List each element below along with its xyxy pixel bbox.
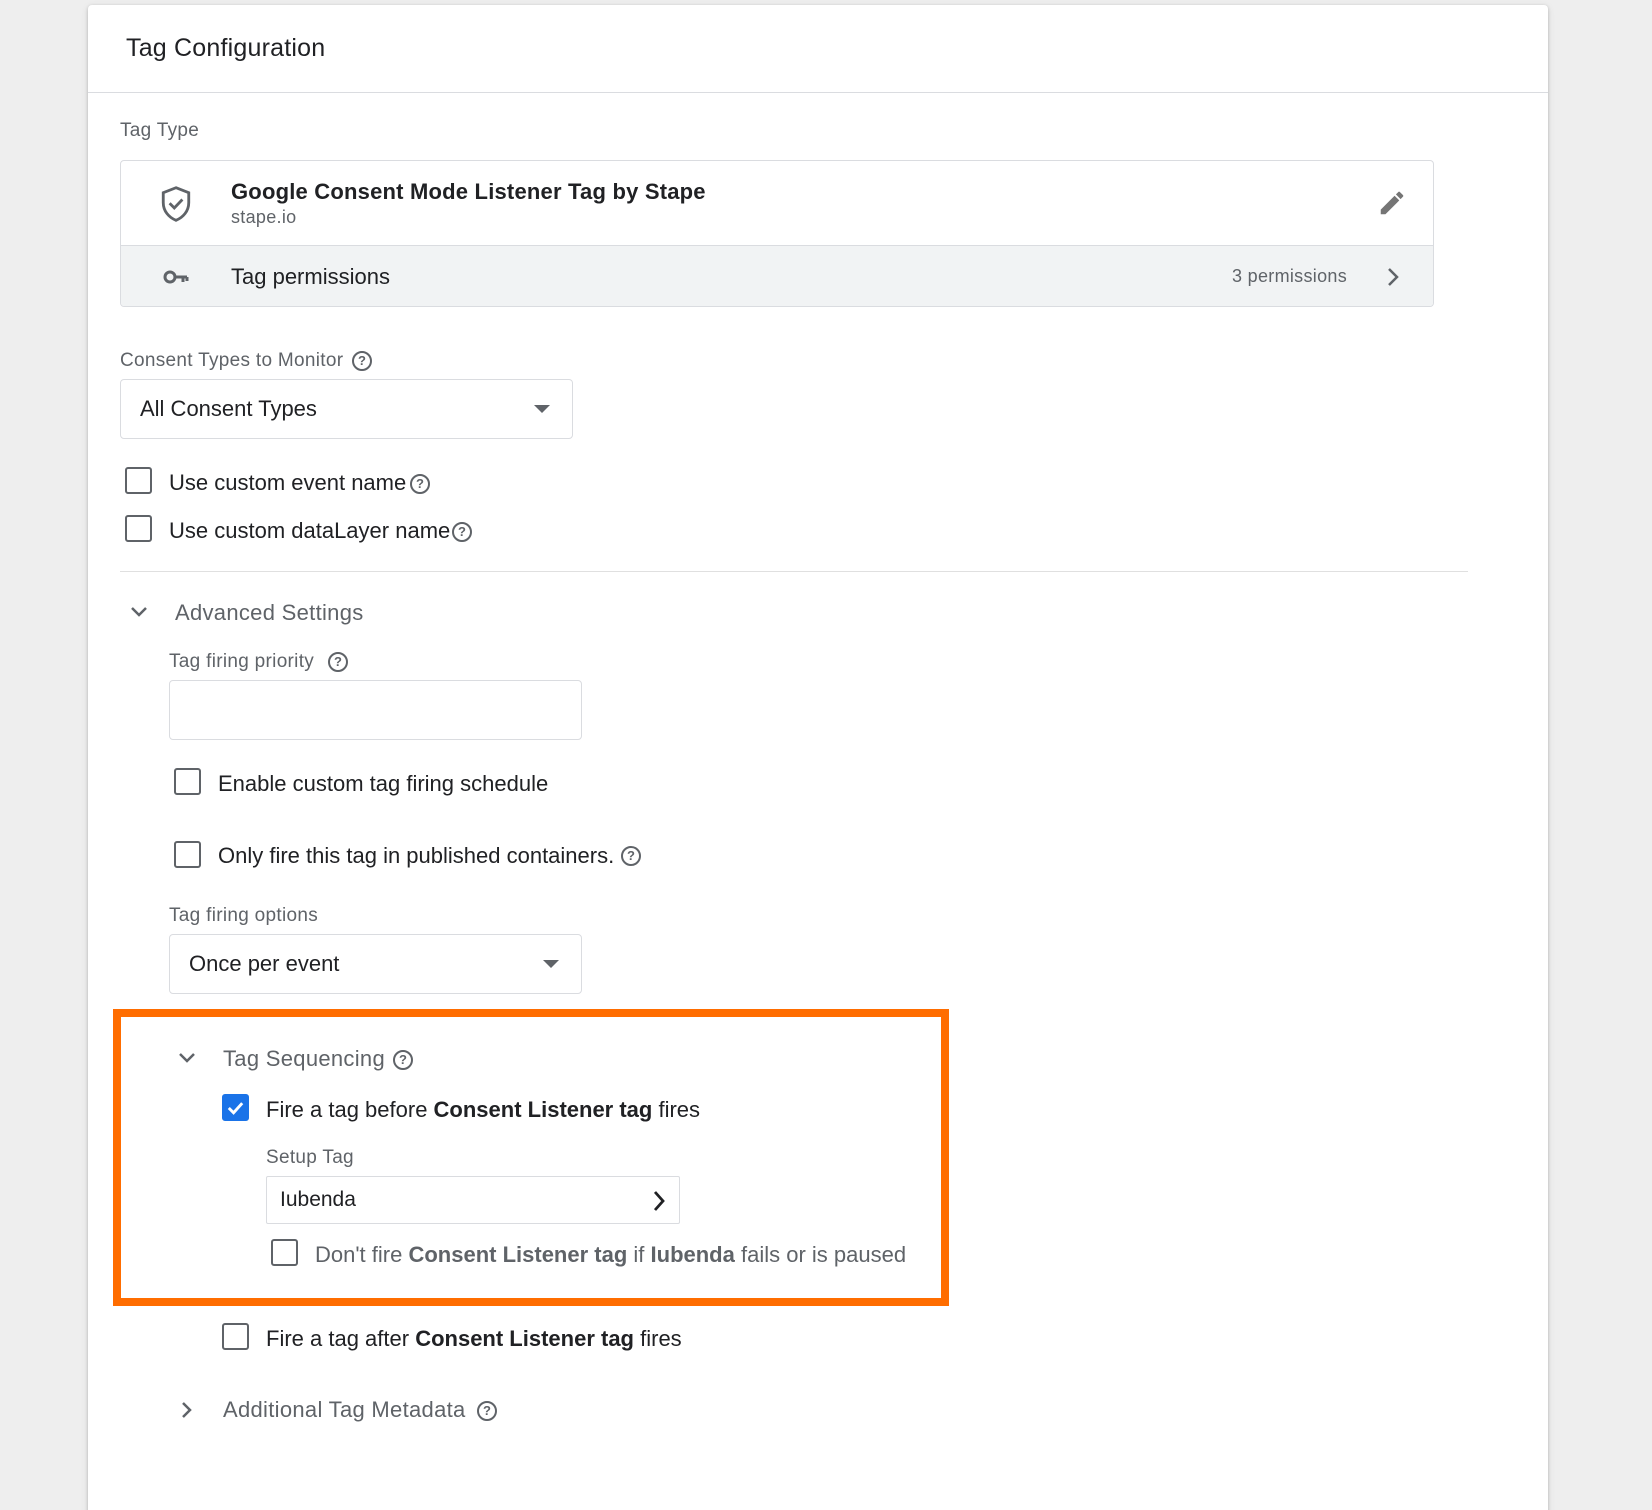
chevron-down-icon[interactable] xyxy=(176,1047,198,1069)
consent-types-select[interactable]: All Consent Types xyxy=(120,379,573,439)
dont-fire-label: Don't fire Consent Listener tag if Iuben… xyxy=(315,1242,906,1268)
chevron-right-icon xyxy=(651,1189,667,1213)
pencil-icon[interactable] xyxy=(1377,188,1407,218)
fire-after-label: Fire a tag after Consent Listener tag fi… xyxy=(266,1326,682,1352)
chevron-right-icon[interactable] xyxy=(177,1399,197,1421)
setup-tag-field[interactable]: Iubenda xyxy=(266,1176,680,1224)
dropdown-caret-icon xyxy=(534,405,550,413)
fire-after-tag: Consent Listener tag xyxy=(415,1326,634,1351)
firing-priority-input[interactable] xyxy=(169,680,582,740)
fire-before-label: Fire a tag before Consent Listener tag f… xyxy=(266,1097,700,1123)
key-icon xyxy=(163,266,189,288)
firing-options-value: Once per event xyxy=(189,951,340,976)
help-icon[interactable]: ? xyxy=(393,1050,413,1070)
fire-after-prefix: Fire a tag after xyxy=(266,1326,416,1351)
check-icon xyxy=(227,1102,244,1115)
tag-sequencing-title[interactable]: Tag Sequencing xyxy=(223,1046,385,1072)
tag-type-vendor: stape.io xyxy=(231,207,297,227)
custom-datalayer-name-checkbox[interactable] xyxy=(125,515,152,542)
consent-types-label: Consent Types to Monitor xyxy=(120,350,344,371)
tag-permissions-label: Tag permissions xyxy=(231,264,390,289)
chevron-down-icon[interactable] xyxy=(128,601,150,623)
help-icon[interactable]: ? xyxy=(452,522,472,542)
section-divider xyxy=(120,571,1468,572)
fire-after-suffix: fires xyxy=(634,1326,682,1351)
card-title: Tag Configuration xyxy=(126,34,326,62)
fire-before-prefix: Fire a tag before xyxy=(266,1097,434,1122)
advanced-settings-title[interactable]: Advanced Settings xyxy=(175,600,364,626)
help-icon[interactable]: ? xyxy=(352,351,372,371)
custom-event-name-checkbox[interactable] xyxy=(125,467,152,494)
additional-metadata-title[interactable]: Additional Tag Metadata xyxy=(223,1397,466,1423)
firing-options-select[interactable]: Once per event xyxy=(169,934,582,994)
tag-type-name: Google Consent Mode Listener Tag by Stap… xyxy=(231,179,706,204)
dont-fire-setup: Iubenda xyxy=(650,1242,735,1267)
dont-fire-prefix: Don't fire xyxy=(315,1242,409,1267)
help-icon[interactable]: ? xyxy=(410,474,430,494)
tag-type-label: Tag Type xyxy=(120,120,200,141)
shield-check-icon xyxy=(159,185,193,223)
tag-permissions-row[interactable]: Tag permissions 3 permissions xyxy=(121,245,1433,306)
fire-before-tag: Consent Listener tag xyxy=(433,1097,653,1122)
chevron-right-icon[interactable] xyxy=(1385,265,1401,289)
dont-fire-tag: Consent Listener tag xyxy=(408,1242,628,1267)
custom-event-name-label: Use custom event name xyxy=(169,470,407,495)
card-header: Tag Configuration xyxy=(88,5,1548,93)
fire-before-suffix: fires xyxy=(652,1097,701,1122)
dont-fire-middle: if xyxy=(627,1242,651,1267)
firing-options-label: Tag firing options xyxy=(169,905,319,926)
help-icon[interactable]: ? xyxy=(328,652,348,672)
tag-permissions-count: 3 permissions xyxy=(1232,266,1347,286)
help-icon[interactable]: ? xyxy=(477,1401,497,1421)
dropdown-caret-icon xyxy=(543,960,559,968)
fire-after-checkbox[interactable] xyxy=(222,1323,249,1350)
dont-fire-suffix: fails or is paused xyxy=(734,1242,907,1267)
dont-fire-checkbox[interactable] xyxy=(271,1239,298,1266)
fire-before-checkbox[interactable] xyxy=(222,1094,249,1121)
custom-schedule-checkbox[interactable] xyxy=(174,768,201,795)
published-only-checkbox[interactable] xyxy=(174,841,201,868)
help-icon[interactable]: ? xyxy=(621,846,641,866)
tag-type-box[interactable]: Google Consent Mode Listener Tag by Stap… xyxy=(120,160,1434,307)
setup-tag-label: Setup Tag xyxy=(266,1147,354,1168)
custom-datalayer-name-label: Use custom dataLayer name xyxy=(169,518,451,543)
tag-type-row[interactable]: Google Consent Mode Listener Tag by Stap… xyxy=(121,161,1433,245)
setup-tag-value: Iubenda xyxy=(280,1188,356,1211)
custom-schedule-label: Enable custom tag firing schedule xyxy=(218,771,549,796)
consent-types-value: All Consent Types xyxy=(140,396,317,421)
published-only-label: Only fire this tag in published containe… xyxy=(218,843,615,868)
firing-priority-label: Tag firing priority xyxy=(169,651,315,672)
